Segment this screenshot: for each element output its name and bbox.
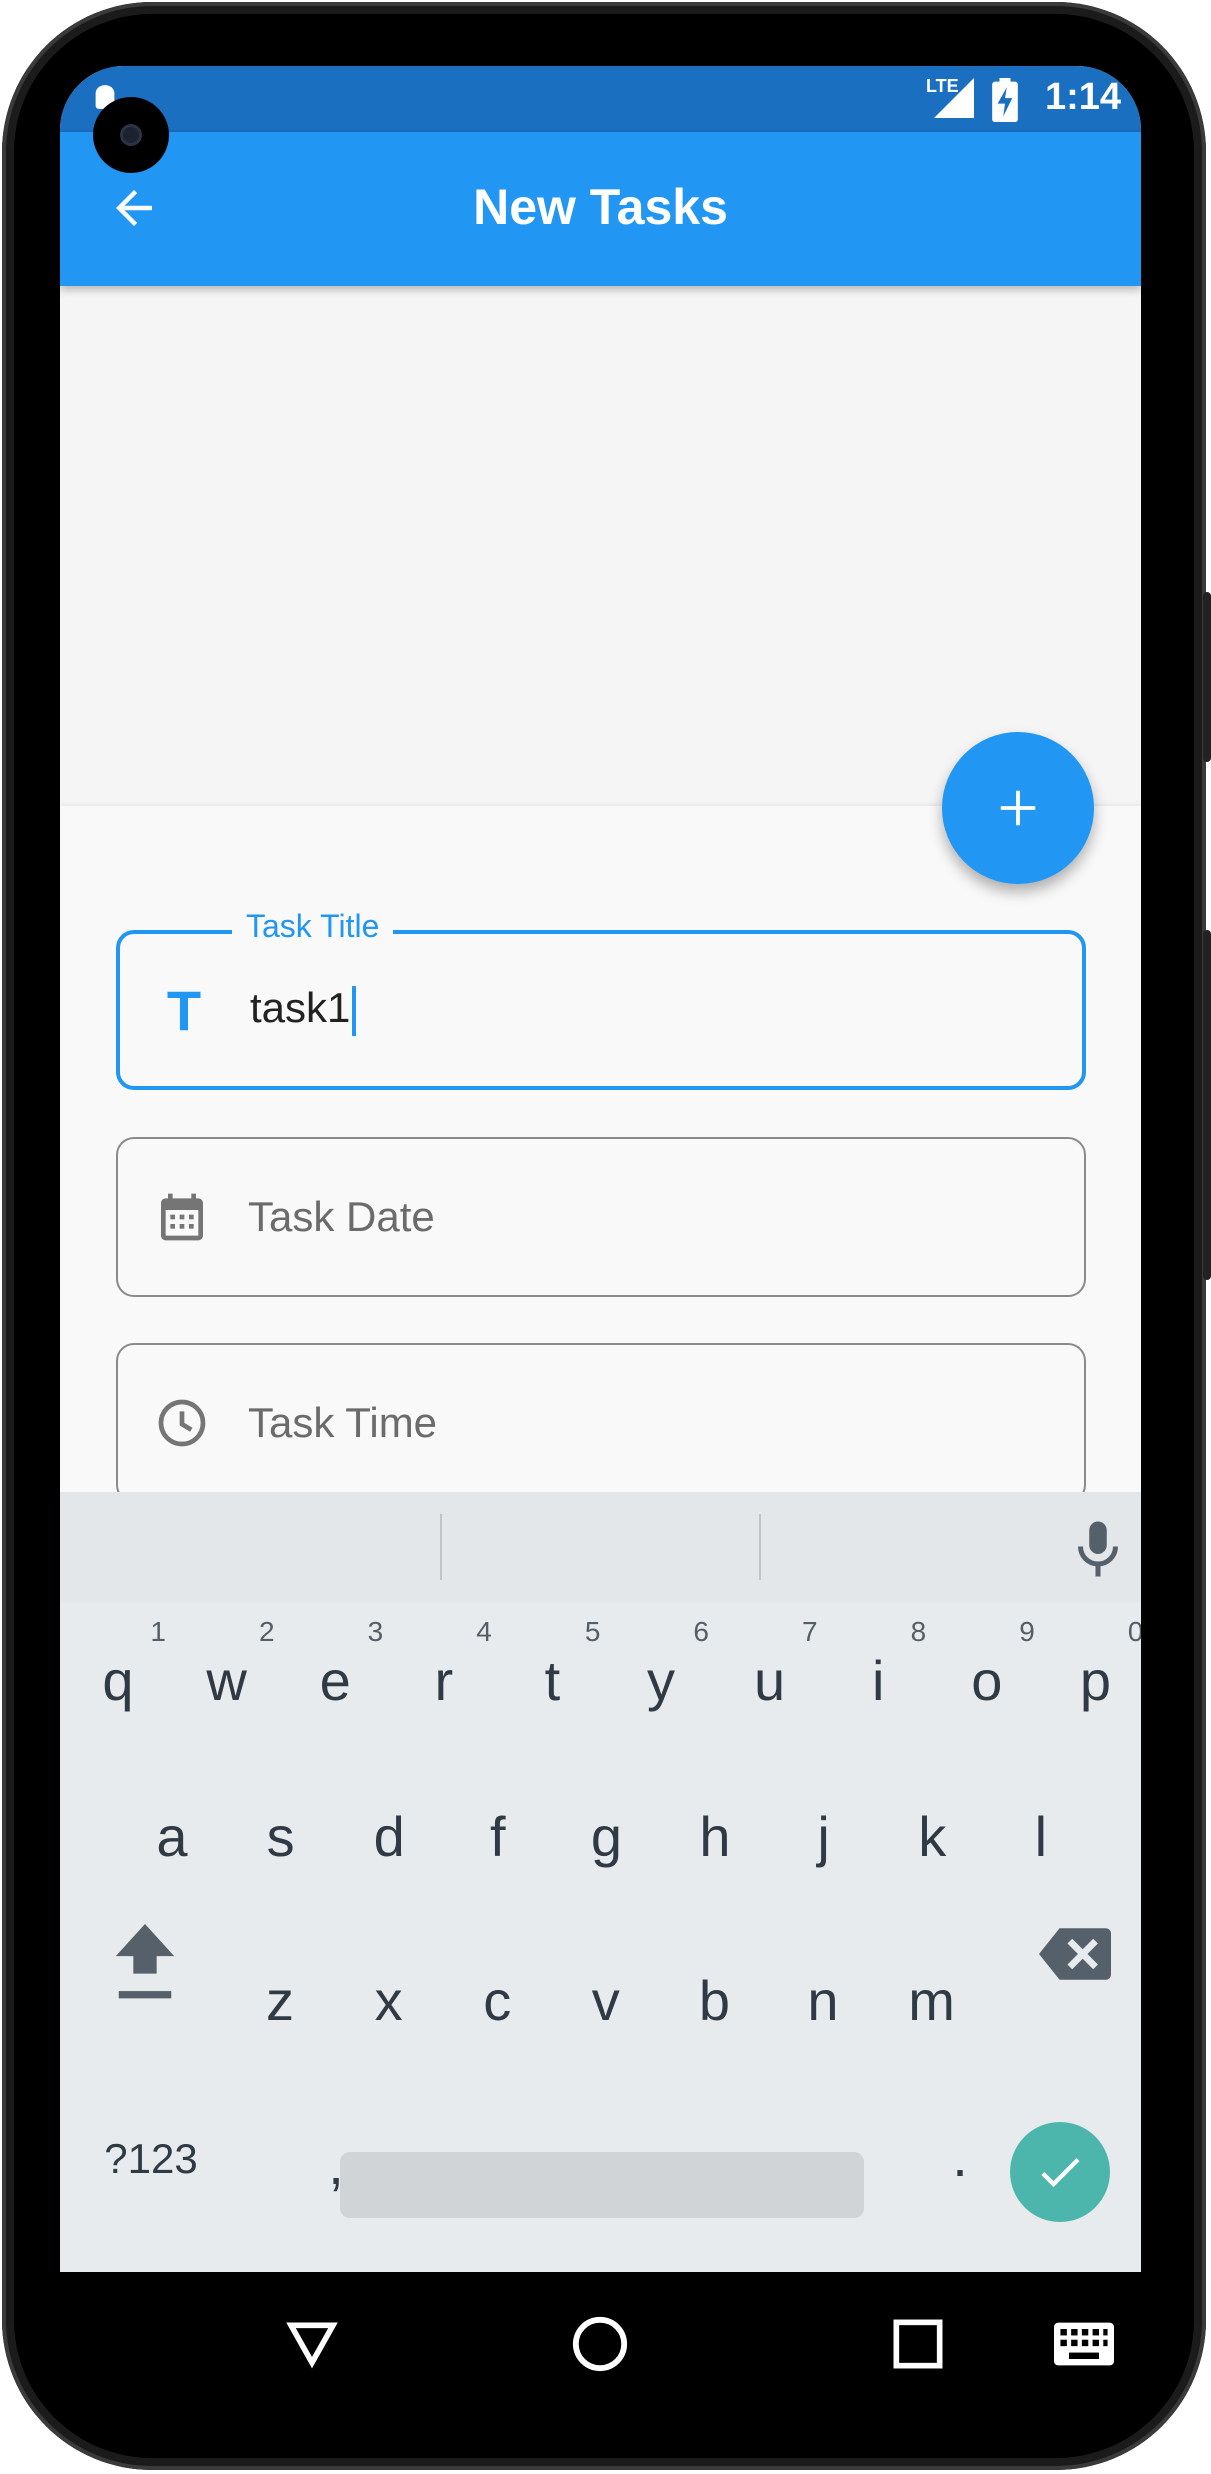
key-number-hint: 2 — [259, 1616, 275, 1647]
task-title-label: Task Title — [232, 908, 394, 945]
key-number-hint: 4 — [476, 1616, 492, 1647]
key-k[interactable]: k — [878, 1772, 986, 1902]
key-q[interactable]: q1 — [64, 1616, 172, 1746]
key-number-hint: 7 — [802, 1616, 818, 1647]
triangle-back-icon — [286, 2322, 338, 2369]
keyboard-icon — [1054, 2322, 1114, 2366]
status-time: 1:14 — [1044, 76, 1121, 118]
key-o[interactable]: o9 — [933, 1616, 1041, 1746]
key-h[interactable]: h — [661, 1772, 769, 1902]
key-u[interactable]: u7 — [716, 1616, 824, 1746]
nav-back-button[interactable] — [280, 2312, 344, 2376]
bottom-sheet: Task Title T task1 Task Date Task Time — [60, 806, 1141, 1556]
key-label: u — [754, 1649, 786, 1712]
key-a[interactable]: a — [118, 1772, 226, 1902]
key-i[interactable]: i8 — [824, 1616, 932, 1746]
key-l[interactable]: l — [987, 1772, 1095, 1902]
text-caret — [352, 985, 357, 1036]
task-date-field[interactable]: Task Date — [116, 1137, 1086, 1297]
plus-icon — [1000, 790, 1036, 826]
navigation-bar — [60, 2272, 1141, 2412]
key-m[interactable]: m — [878, 1936, 986, 2066]
backspace-icon — [1039, 1928, 1111, 1980]
key-f[interactable]: f — [444, 1772, 552, 1902]
task-time-placeholder: Task Time — [248, 1399, 438, 1446]
key-s[interactable]: s — [227, 1772, 335, 1902]
key-e[interactable]: e3 — [281, 1616, 389, 1746]
key-number-hint: 8 — [910, 1616, 927, 1647]
nav-recents-button[interactable] — [886, 2312, 950, 2376]
task-time-field[interactable]: Task Time — [116, 1343, 1086, 1503]
key-label: p — [1079, 1649, 1111, 1712]
key-p[interactable]: p0 — [1041, 1616, 1141, 1746]
key-label: i — [871, 1649, 885, 1712]
key-w[interactable]: w2 — [173, 1616, 281, 1746]
key-v[interactable]: v — [552, 1936, 660, 2066]
task-title-field[interactable]: Task Title T task1 — [116, 908, 1086, 1090]
volume-button — [1203, 592, 1211, 762]
key-z[interactable]: z — [226, 1936, 334, 2066]
key-c[interactable]: c — [443, 1936, 551, 2066]
status-bar: LTE 1:14 — [60, 66, 1141, 132]
enter-key[interactable] — [1010, 2122, 1110, 2222]
suggestion-divider — [759, 1514, 761, 1580]
power-button — [1203, 930, 1211, 1280]
check-icon — [1041, 2158, 1080, 2188]
front-camera — [93, 97, 169, 173]
key-g[interactable]: g — [552, 1772, 660, 1902]
app-bar: New Tasks — [60, 132, 1141, 286]
key-label: q — [102, 1649, 134, 1712]
key-j[interactable]: j — [770, 1772, 878, 1902]
key-r[interactable]: r4 — [390, 1616, 498, 1746]
key-b[interactable]: b — [660, 1936, 768, 2066]
key-y[interactable]: y6 — [607, 1616, 715, 1746]
backspace-key[interactable] — [1020, 1892, 1130, 2022]
circle-home-icon — [572, 2316, 628, 2372]
key-number-hint: 0 — [1127, 1616, 1141, 1647]
key-number-hint: 1 — [150, 1616, 166, 1647]
key-number-hint: 3 — [367, 1616, 384, 1647]
suggestion-divider — [440, 1514, 442, 1580]
period-key[interactable]: . — [930, 2092, 990, 2222]
nav-home-button[interactable] — [568, 2312, 632, 2376]
key-n[interactable]: n — [769, 1936, 877, 2066]
key-label: o — [971, 1649, 1003, 1712]
key-number-hint: 5 — [584, 1616, 601, 1647]
key-label: y — [647, 1649, 675, 1712]
key-number-hint: 6 — [693, 1616, 709, 1647]
screen: LTE 1:14 New Tasks Task Title T task1 Ta… — [60, 66, 1141, 2272]
shift-key[interactable] — [90, 1892, 200, 2022]
calendar-icon — [154, 1189, 210, 1245]
microphone-icon[interactable] — [1068, 1516, 1128, 1582]
symbols-key[interactable]: ?123 — [86, 2094, 216, 2224]
space-key[interactable] — [340, 2152, 864, 2218]
clock-icon — [154, 1395, 210, 1451]
page-title: New Tasks — [473, 179, 728, 235]
phone-frame: LTE 1:14 New Tasks Task Title T task1 Ta… — [0, 0, 1211, 2474]
key-x[interactable]: x — [335, 1936, 443, 2066]
key-label: e — [319, 1649, 351, 1712]
key-label: r — [434, 1649, 454, 1712]
add-task-button[interactable] — [942, 732, 1094, 884]
text-t-icon: T — [166, 978, 202, 1042]
key-d[interactable]: d — [335, 1772, 443, 1902]
soft-keyboard: q1w2e3r4t5y6u7i8o9p0 asdfghjkl zxcvbnm ?… — [60, 1492, 1141, 2272]
signal-icon — [934, 78, 974, 118]
battery-charging-icon — [992, 78, 1018, 122]
key-t[interactable]: t5 — [498, 1616, 606, 1746]
key-number-hint: 9 — [1019, 1616, 1035, 1647]
task-title-value: task1 — [250, 984, 351, 1032]
shift-icon — [115, 1924, 175, 1999]
nav-keyboard-button[interactable] — [1052, 2312, 1116, 2376]
key-label: t — [544, 1649, 561, 1712]
suggestion-strip — [60, 1492, 1141, 1602]
task-date-placeholder: Task Date — [248, 1193, 435, 1240]
square-recents-icon — [893, 2319, 943, 2369]
key-label: w — [206, 1649, 247, 1712]
